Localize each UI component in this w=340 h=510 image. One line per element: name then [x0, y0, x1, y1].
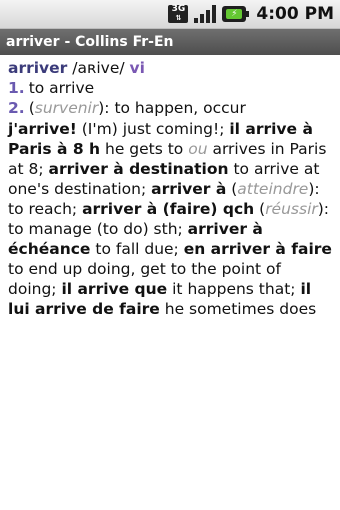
pronunciation: /aʀive/ — [72, 59, 125, 77]
3g-network-icon: 3G ⇅ — [168, 4, 189, 23]
sense-2: 2. (survenir): to happen, occur — [8, 98, 334, 118]
sense-1: 1. to arrive — [8, 78, 334, 98]
status-icons: 3G ⇅ ⚡ 4:00 PM — [168, 3, 334, 25]
paren-close: ): — [98, 99, 110, 117]
sense-text: to arrive — [28, 79, 95, 97]
examples-block: j'arrive! (I'm) just coming!; il arrive … — [8, 119, 334, 319]
headword: arriver — [8, 59, 68, 77]
sense-label: survenir — [34, 99, 99, 117]
translation: ( — [254, 200, 266, 218]
phrase: en arriver à faire — [183, 240, 332, 258]
clock: 4:00 PM — [256, 4, 334, 24]
translation: (I'm) just coming!; — [76, 120, 230, 138]
phrase: il arrive que — [61, 280, 168, 298]
sense-number: 1. — [8, 79, 25, 97]
entry-headline: arriver /aʀive/ vi — [8, 58, 334, 78]
status-bar: 3G ⇅ ⚡ 4:00 PM — [0, 0, 340, 29]
translation: he sometimes does — [159, 300, 317, 318]
translation: ( — [226, 180, 238, 198]
usage-label: réussir — [265, 200, 318, 218]
phrase: arriver à — [151, 180, 227, 198]
sense-text: to happen, occur — [109, 99, 246, 117]
phrase: arriver à destination — [48, 160, 229, 178]
battery-charging-icon: ⚡ — [222, 6, 250, 22]
signal-strength-icon — [194, 5, 217, 23]
translation: it happens that; — [167, 280, 301, 298]
or-label: ou — [188, 140, 208, 158]
app-title: arriver - Collins Fr-En — [6, 34, 174, 50]
dictionary-entry: arriver /aʀive/ vi 1. to arrive 2. (surven… — [8, 58, 334, 319]
part-of-speech: vi — [129, 59, 145, 77]
translation: to fall due; — [90, 240, 184, 258]
app-title-bar: arriver - Collins Fr-En — [0, 29, 340, 55]
translation: he gets to — [100, 140, 189, 158]
phrase: j'arrive! — [8, 120, 77, 138]
usage-label: atteindre — [237, 180, 309, 198]
phrase: arriver à (faire) qch — [82, 200, 255, 218]
sense-number: 2. — [8, 99, 25, 117]
network-label: 3G — [171, 4, 186, 14]
